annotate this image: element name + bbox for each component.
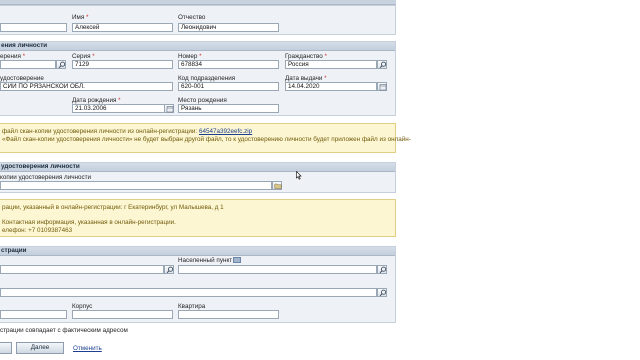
number-input[interactable]: 678834 xyxy=(178,60,279,69)
birth-date-picker-button[interactable] xyxy=(164,104,174,113)
next-button[interactable]: Далее xyxy=(16,342,64,354)
birth-place-input[interactable]: Рязань xyxy=(178,104,279,113)
scan-upload-title: удостоверения личности xyxy=(0,163,395,172)
first-name-label: Имя * xyxy=(72,14,89,21)
document-type-input[interactable] xyxy=(0,60,56,69)
search-icon xyxy=(379,61,387,69)
street-lookup-button[interactable] xyxy=(377,288,387,297)
scan-upload-panel: удостоверения личности копии удостоверен… xyxy=(0,162,396,193)
last-name-input[interactable] xyxy=(0,23,67,32)
issue-date-input[interactable]: 14.04.2020 xyxy=(285,82,377,91)
address-info-line-2: Контактная информация, указанная в онлай… xyxy=(2,219,176,226)
empty-area xyxy=(396,0,640,360)
browse-file-button[interactable] xyxy=(272,181,282,190)
house-input[interactable] xyxy=(0,310,67,319)
apartment-label: Квартира xyxy=(178,303,206,310)
issued-by-input[interactable]: СИИ ПО РЯЗАНСКОЙ ОБЛ. xyxy=(0,82,173,91)
region-lookup-button[interactable] xyxy=(164,265,174,274)
citizenship-label: Гражданство * xyxy=(285,53,327,60)
identity-document-panel: ения личности ерения * Серия * 7129 Номе… xyxy=(0,41,396,116)
locality-label: Населенный пункт xyxy=(178,257,233,264)
number-label: Номер * xyxy=(178,53,202,60)
name-panel: Имя * Алексей Отчество Леонидович xyxy=(0,5,396,35)
folder-icon xyxy=(274,183,282,189)
issue-date-label: Дата выдачи * xyxy=(285,75,327,82)
scan-info-line-2: «Файл скан-копии удостоверения личности»… xyxy=(2,136,411,143)
same-address-checkbox-label[interactable]: страции совпадает с фактическим адресом xyxy=(0,327,128,334)
birth-date-input[interactable]: 21.03.2006 xyxy=(72,104,165,113)
scan-file-input[interactable] xyxy=(0,181,272,190)
citizenship-input[interactable]: Россия xyxy=(285,60,377,69)
series-input[interactable]: 7129 xyxy=(72,60,173,69)
calendar-icon xyxy=(166,106,174,113)
series-label: Серия * xyxy=(72,53,95,60)
address-info-line-1: рации, указанный в онлайн-регистрации: г… xyxy=(2,204,224,211)
apartment-input[interactable] xyxy=(178,310,279,319)
help-icon[interactable] xyxy=(233,257,241,263)
cancel-link[interactable]: Отменить xyxy=(73,345,102,352)
scan-file-label: копии удостоверения личности xyxy=(0,174,92,181)
first-name-input[interactable]: Алексей xyxy=(72,23,173,32)
building-input[interactable] xyxy=(72,310,173,319)
patronymic-label: Отчество xyxy=(178,14,206,21)
mouse-cursor-icon xyxy=(296,171,302,180)
back-button[interactable] xyxy=(0,342,12,354)
building-label: Корпус xyxy=(72,303,93,310)
scan-info-notice: файл скан-копии удостоверения личности и… xyxy=(0,123,411,153)
document-type-lookup-button[interactable] xyxy=(56,60,66,69)
division-code-input[interactable]: 620-001 xyxy=(178,82,279,91)
page: Имя * Алексей Отчество Леонидович ения л… xyxy=(0,0,640,360)
scan-info-line-1: файл скан-копии удостоверения личности и… xyxy=(2,128,253,135)
address-info-notice: рации, указанный в онлайн-регистрации: г… xyxy=(0,199,396,237)
street-input[interactable] xyxy=(0,288,377,297)
document-type-label: ерения * xyxy=(0,53,26,60)
locality-input[interactable] xyxy=(178,265,377,274)
calendar-icon xyxy=(379,84,387,91)
search-icon xyxy=(379,266,387,274)
division-code-label: Код подразделения xyxy=(178,75,236,82)
registration-address-panel: страции Населенный пункт Корпус Квартира xyxy=(0,246,396,323)
identity-document-title: ения личности xyxy=(0,42,395,51)
issue-date-picker-button[interactable] xyxy=(377,82,387,91)
patronymic-input[interactable]: Леонидович xyxy=(178,23,279,32)
locality-lookup-button[interactable] xyxy=(377,265,387,274)
search-icon xyxy=(379,289,387,297)
registration-address-title: страции xyxy=(0,247,395,256)
issued-by-label: удостоверение xyxy=(0,75,44,82)
search-icon xyxy=(58,61,66,69)
citizenship-lookup-button[interactable] xyxy=(377,60,387,69)
birth-date-label: Дата рождения * xyxy=(72,97,121,104)
region-input[interactable] xyxy=(0,265,164,274)
birth-place-label: Место рождения xyxy=(178,97,227,104)
address-info-line-3: елефон: +7 0109387463 xyxy=(2,227,73,234)
scan-file-link[interactable]: 64547a392eefc.zip xyxy=(199,128,252,135)
search-icon xyxy=(166,266,174,274)
